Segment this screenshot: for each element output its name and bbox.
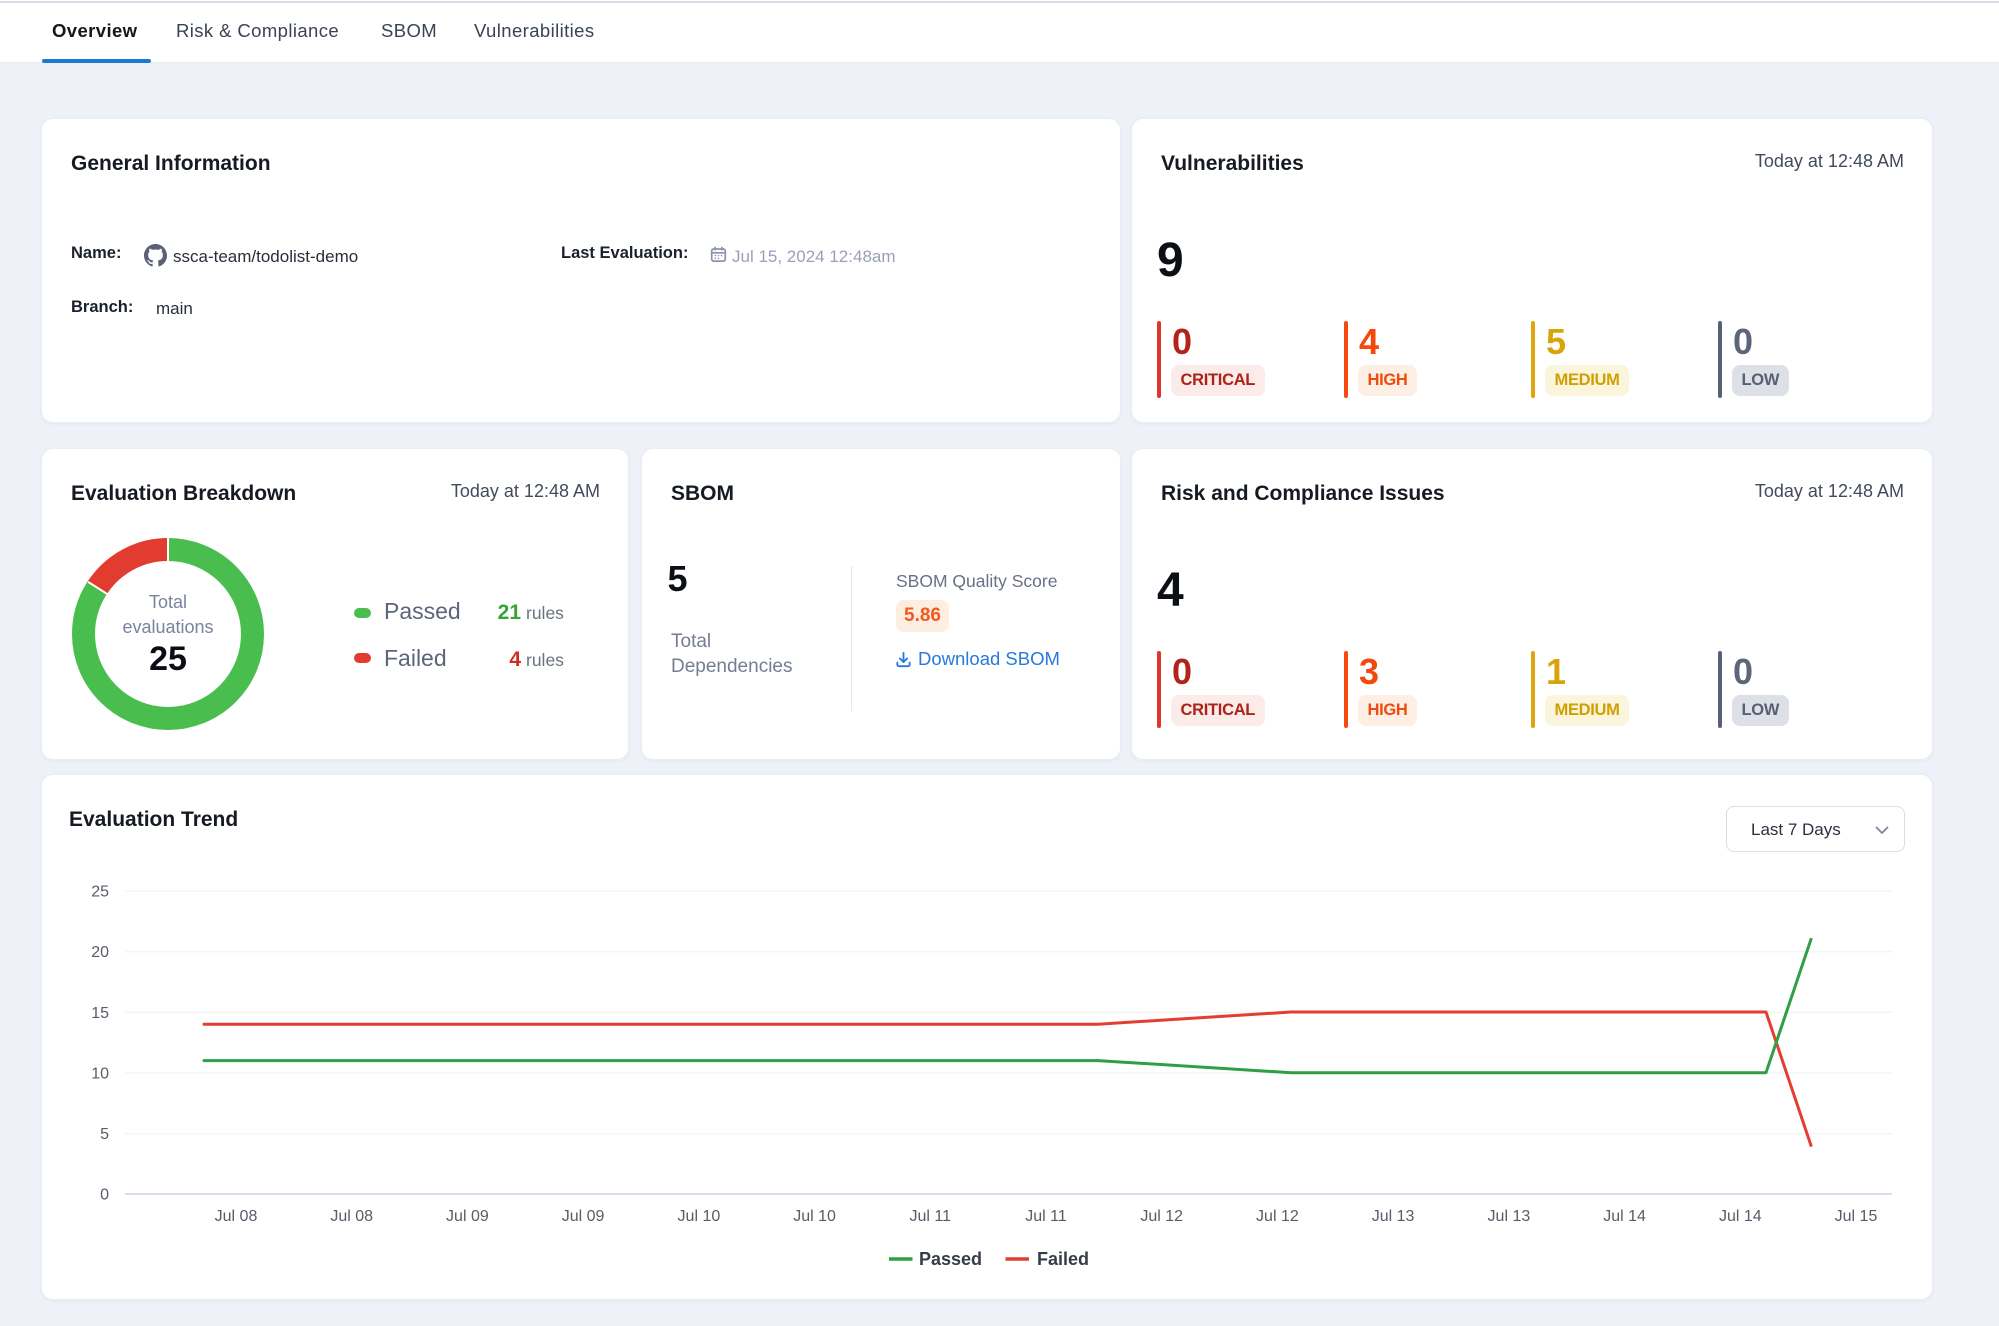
svg-text:Jul 14: Jul 14 bbox=[1603, 1208, 1646, 1225]
svg-text:Jul 15: Jul 15 bbox=[1835, 1208, 1878, 1225]
svg-text:Jul 08: Jul 08 bbox=[330, 1208, 373, 1225]
svg-text:0: 0 bbox=[100, 1187, 109, 1204]
svg-text:Jul 12: Jul 12 bbox=[1256, 1208, 1299, 1225]
svg-text:15: 15 bbox=[91, 1005, 109, 1022]
svg-text:Jul 12: Jul 12 bbox=[1140, 1208, 1183, 1225]
svg-text:Jul 09: Jul 09 bbox=[446, 1208, 489, 1225]
svg-text:Jul 13: Jul 13 bbox=[1488, 1208, 1531, 1225]
svg-text:Passed: Passed bbox=[919, 1249, 982, 1269]
svg-text:25: 25 bbox=[91, 884, 109, 901]
svg-text:Failed: Failed bbox=[1037, 1249, 1089, 1269]
svg-text:20: 20 bbox=[91, 944, 109, 961]
svg-text:Jul 11: Jul 11 bbox=[1025, 1208, 1067, 1225]
svg-text:Jul 10: Jul 10 bbox=[678, 1208, 721, 1225]
svg-text:Jul 10: Jul 10 bbox=[793, 1208, 836, 1225]
svg-text:5: 5 bbox=[100, 1126, 109, 1143]
svg-text:Jul 14: Jul 14 bbox=[1719, 1208, 1762, 1225]
svg-text:Jul 13: Jul 13 bbox=[1372, 1208, 1415, 1225]
svg-text:Jul 08: Jul 08 bbox=[215, 1208, 258, 1225]
svg-text:Jul 11: Jul 11 bbox=[910, 1208, 952, 1225]
svg-text:Jul 09: Jul 09 bbox=[562, 1208, 605, 1225]
svg-text:10: 10 bbox=[91, 1066, 109, 1083]
